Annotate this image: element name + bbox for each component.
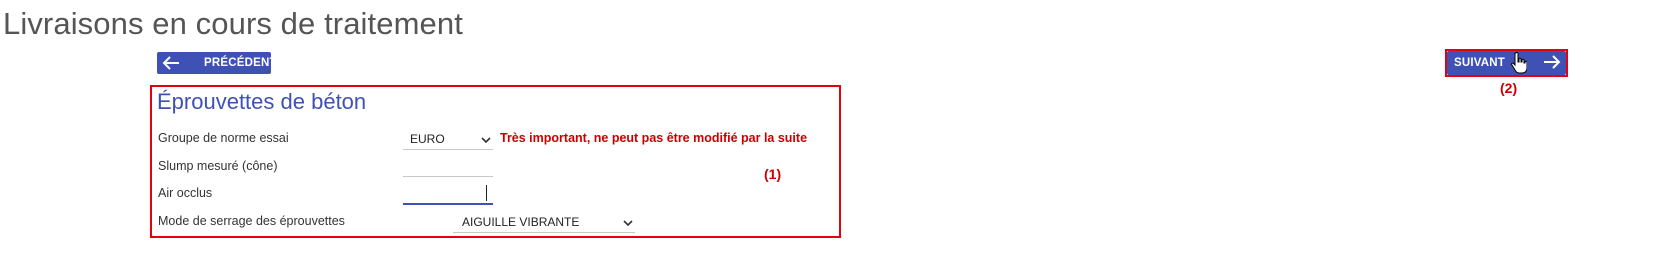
- chevron-down-icon: [623, 215, 635, 229]
- field-label-air: Air occlus: [158, 186, 213, 200]
- field-label-slump: Slump mesuré (cône): [158, 159, 278, 173]
- serrage-select[interactable]: AIGUILLE VIBRANTE: [453, 211, 635, 233]
- previous-button-label: PRÉCÉDENT: [204, 57, 277, 69]
- norme-select-value: EURO: [410, 131, 445, 146]
- annotation-label-2: (2): [1500, 80, 1518, 96]
- previous-button[interactable]: PRÉCÉDENT: [157, 52, 277, 74]
- field-label-serrage: Mode de serrage des éprouvettes: [158, 214, 345, 228]
- hand-cursor-icon: [1511, 51, 1528, 80]
- chevron-down-icon: [481, 132, 493, 146]
- serrage-select-value: AIGUILLE VIBRANTE: [462, 214, 580, 229]
- air-occlus-input[interactable]: [403, 183, 493, 205]
- annotation-box-next: [1445, 49, 1568, 77]
- page-title: Livraisons en cours de traitement: [3, 6, 463, 41]
- text-caret: [486, 185, 487, 201]
- arrow-left-icon: [162, 56, 180, 70]
- slump-input[interactable]: [403, 157, 493, 177]
- field-label-norme: Groupe de norme essai: [158, 131, 289, 145]
- norme-select[interactable]: EURO: [403, 128, 493, 150]
- warning-text: Très important, ne peut pas être modifié…: [500, 131, 808, 145]
- annotation-label-1: (1): [764, 166, 782, 182]
- section-title: Éprouvettes de béton: [157, 89, 367, 114]
